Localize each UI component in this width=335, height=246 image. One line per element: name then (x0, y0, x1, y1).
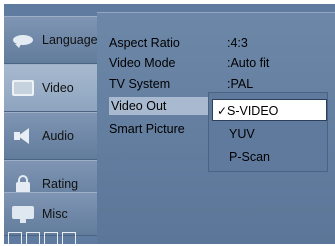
setting-row-aspect-ratio[interactable]: Aspect Ratio :4:3 (109, 34, 248, 52)
dropdown-option-p-scan[interactable]: P-Scan (209, 146, 327, 168)
dropdown-option-yuv[interactable]: YUV (209, 123, 327, 145)
check-icon: ✓ (217, 104, 228, 118)
setting-value: :PAL (227, 77, 254, 91)
setting-row-video-out[interactable]: Video Out (109, 97, 211, 115)
page-indicator-box (8, 232, 22, 244)
nav-item-label: Video (42, 81, 74, 95)
dropdown-option-s-video[interactable]: ✓S-VIDEO (212, 99, 327, 121)
dvd-setup-screen: Language Video Audio Rating Misc Aspect … (0, 0, 335, 246)
page-indicator-box (44, 232, 58, 244)
setting-label: Aspect Ratio (109, 36, 180, 50)
tv-icon (12, 77, 34, 99)
page-indicator (8, 232, 76, 244)
nav-item-label: Rating (42, 177, 79, 191)
setting-row-tv-system[interactable]: TV System :PAL (109, 75, 253, 93)
setting-row-video-mode[interactable]: Video Mode :Auto fit (109, 54, 269, 72)
setting-label: Video Out (109, 97, 211, 115)
nav-item-label: Misc (42, 207, 68, 221)
setting-label: TV System (109, 77, 171, 91)
nav-item-video[interactable]: Video (4, 64, 97, 112)
option-label: YUV (229, 127, 255, 141)
speech-bubble-icon (12, 29, 34, 51)
monitor-icon (12, 203, 34, 225)
nav-item-audio[interactable]: Audio (4, 112, 97, 160)
page-indicator-box (26, 232, 40, 244)
nav-item-label: Audio (42, 129, 74, 143)
nav-item-label: Language (42, 33, 98, 47)
setting-value: :4:3 (227, 36, 248, 50)
video-out-dropdown[interactable]: ✓S-VIDEO YUV P-Scan (208, 92, 328, 172)
option-label: S-VIDEO (227, 104, 279, 118)
page-indicator-box (62, 232, 76, 244)
option-label: P-Scan (229, 150, 270, 164)
nav-item-misc[interactable]: Misc (4, 192, 97, 236)
setting-value: :Auto fit (227, 56, 270, 70)
nav-item-language[interactable]: Language (4, 16, 98, 64)
setting-label: Video Mode (109, 56, 176, 70)
speaker-icon (12, 125, 34, 147)
